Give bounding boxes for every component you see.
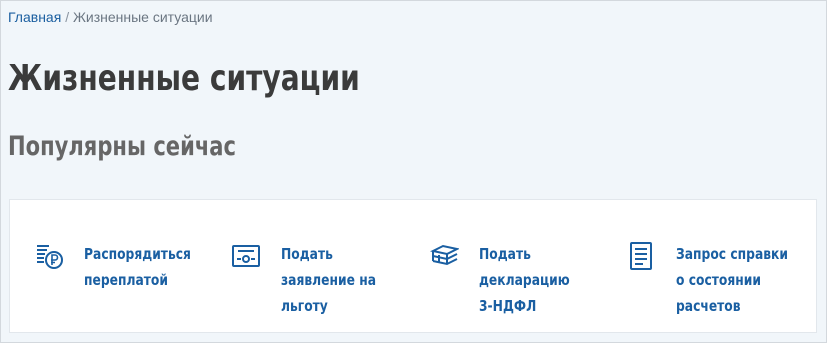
section-title: Популярны сейчас [8,131,237,162]
breadcrumb-home-link[interactable]: Главная [8,9,61,25]
card-label: Распорядиться переплатой [84,245,191,289]
card-label: Подать заявление на льготу [281,245,377,315]
document-list-icon [626,241,656,271]
breadcrumb: Главная / Жизненные ситуации [8,8,213,26]
card-settlement-status-request[interactable]: Запрос справки о состоянии расчетов [626,241,816,319]
card-declaration-3ndfl[interactable]: Подать декларацию 3-НДФЛ [429,241,609,319]
card-label: Запрос справки о состоянии расчетов [676,245,789,315]
certificate-icon [231,241,261,271]
card-refund-overpayment[interactable]: Распорядиться переплатой [34,241,224,293]
stacked-documents-icon [429,241,460,271]
page-title: Жизненные ситуации [8,58,360,99]
card-benefit-application[interactable]: Подать заявление на льготу [231,241,401,319]
card-label: Подать декларацию 3-НДФЛ [479,245,570,315]
breadcrumb-current: Жизненные ситуации [72,9,213,25]
breadcrumb-separator: / [65,9,70,25]
page-frame: Главная / Жизненные ситуации Жизненные с… [0,0,827,343]
popular-situations-panel: Распорядиться переплатой Подать заявлени… [9,199,817,333]
coins-ruble-icon [34,241,64,271]
